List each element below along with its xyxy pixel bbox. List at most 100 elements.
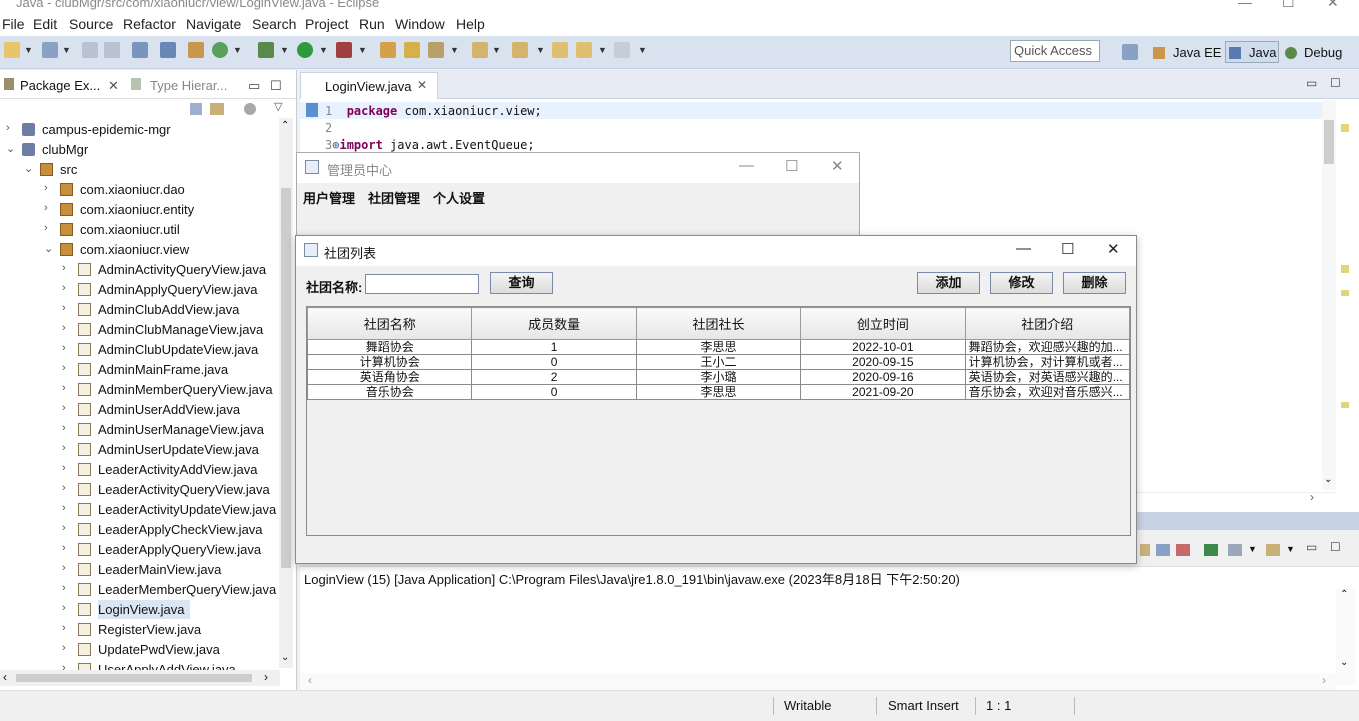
delete-button[interactable]: 删除: [1063, 272, 1126, 294]
chevron-down-icon[interactable]: ⌄: [1324, 474, 1332, 485]
chevron-right-icon[interactable]: ›: [44, 202, 48, 214]
chevron-up-icon[interactable]: ⌃: [1340, 589, 1348, 600]
minimize-icon[interactable]: ▭: [248, 78, 260, 94]
maximize-icon[interactable]: ☐: [1282, 0, 1295, 11]
chevron-right-icon[interactable]: ›: [1310, 490, 1314, 504]
open-console-icon[interactable]: [1204, 544, 1218, 556]
chevron-down-icon[interactable]: ⌄: [1340, 657, 1348, 668]
close-icon[interactable]: ✕: [1107, 240, 1120, 258]
minimize-icon[interactable]: ▭: [1306, 76, 1317, 90]
tab-loginview[interactable]: LoginView.java ✕: [300, 72, 438, 99]
minimize-icon[interactable]: —: [1016, 240, 1031, 257]
new-console-icon[interactable]: [1266, 544, 1280, 556]
cell-club-intro[interactable]: 计算机协会，对计算机或者...: [964, 354, 1131, 370]
cell-club-name[interactable]: 音乐协会: [306, 384, 473, 400]
tree-item[interactable]: › AdminUserAddView.java: [0, 400, 279, 420]
chevron-right-icon[interactable]: ›: [62, 642, 66, 654]
previous-annotation-icon[interactable]: [512, 42, 528, 58]
overview-marker[interactable]: [1341, 265, 1349, 273]
forward-icon[interactable]: [614, 42, 630, 58]
column-header-founded-date[interactable]: 创立时间: [800, 307, 966, 340]
console-panel[interactable]: LoginView (15) [Java Application] C:\Pro…: [300, 566, 1359, 691]
skip-breakpoints-icon[interactable]: [160, 42, 176, 58]
add-button[interactable]: 添加: [917, 272, 980, 294]
menu-navigate[interactable]: Navigate: [186, 16, 241, 32]
menu-file[interactable]: File: [2, 16, 25, 32]
table-row[interactable]: 音乐协会 0 李思思 2021-09-20 音乐协会，欢迎对音乐感兴...: [306, 384, 1131, 400]
chevron-down-icon[interactable]: ⌄: [44, 242, 53, 255]
tree-item[interactable]: › RegisterView.java: [0, 620, 279, 640]
cell-club-leader[interactable]: 李小璐: [635, 369, 802, 385]
chevron-right-icon[interactable]: ›: [264, 670, 268, 684]
tree-item[interactable]: › LeaderMainView.java: [0, 560, 279, 580]
run-last-tool-icon[interactable]: [336, 42, 352, 58]
chevron-down-icon[interactable]: ▼: [598, 45, 607, 55]
open-project-icon[interactable]: [380, 42, 396, 58]
perspective-java-ee[interactable]: Java EE: [1173, 45, 1221, 60]
tree-vertical-scrollbar[interactable]: ⌃ ⌄: [279, 118, 293, 668]
chevron-down-icon[interactable]: ▼: [450, 45, 459, 55]
chevron-down-icon[interactable]: ▼: [233, 45, 242, 55]
chevron-right-icon[interactable]: ›: [62, 442, 66, 454]
console-icon[interactable]: [132, 42, 148, 58]
perspective-java[interactable]: Java: [1249, 45, 1276, 60]
chevron-down-icon[interactable]: ▼: [358, 45, 367, 55]
tree-item[interactable]: › LeaderApplyCheckView.java: [0, 520, 279, 540]
table-row[interactable]: 计算机协会 0 王小二 2020-09-15 计算机协会，对计算机或者...: [306, 354, 1131, 370]
debug-icon[interactable]: [258, 42, 274, 58]
open-folder-icon[interactable]: [404, 42, 420, 58]
cell-club-name[interactable]: 舞蹈协会: [306, 339, 473, 355]
cell-club-name[interactable]: 英语角协会: [306, 369, 473, 385]
menu-search[interactable]: Search: [252, 16, 296, 32]
edit-button[interactable]: 修改: [990, 272, 1053, 294]
focus-icon[interactable]: [244, 103, 256, 115]
link-editor-icon[interactable]: [210, 103, 224, 115]
maximize-icon[interactable]: ☐: [1061, 240, 1074, 258]
cell-member-count[interactable]: 2: [471, 369, 637, 385]
query-button[interactable]: 查询: [490, 272, 553, 294]
tree-item[interactable]: ⌄ src: [0, 160, 279, 180]
maximize-icon[interactable]: ☐: [1330, 76, 1341, 90]
tab-package-explorer[interactable]: Package Ex...: [20, 78, 100, 93]
chevron-right-icon[interactable]: ›: [62, 462, 66, 474]
tree-item[interactable]: › AdminUserUpdateView.java: [0, 440, 279, 460]
menu-window[interactable]: Window: [395, 16, 445, 32]
maximize-icon[interactable]: ☐: [785, 157, 798, 175]
chevron-right-icon[interactable]: ›: [62, 562, 66, 574]
scrollbar-thumb[interactable]: [16, 674, 252, 682]
menu-user-management[interactable]: 用户管理: [303, 188, 355, 207]
new-java-package-icon[interactable]: [188, 42, 204, 58]
run-icon[interactable]: [297, 42, 313, 58]
chevron-down-icon[interactable]: ▼: [1286, 544, 1295, 554]
menu-project[interactable]: Project: [305, 16, 349, 32]
console-horizontal-scrollbar[interactable]: ‹ ›: [300, 673, 1336, 691]
chevron-right-icon[interactable]: ›: [62, 522, 66, 534]
chevron-right-icon[interactable]: ›: [62, 362, 66, 374]
tree-item[interactable]: ⌄ com.xiaoniucr.view: [0, 240, 279, 260]
tree-item[interactable]: › LeaderActivityQueryView.java: [0, 480, 279, 500]
tree-item[interactable]: › com.xiaoniucr.util: [0, 220, 279, 240]
chevron-right-icon[interactable]: ›: [62, 422, 66, 434]
close-icon[interactable]: ✕: [417, 78, 427, 92]
chevron-right-icon[interactable]: ›: [44, 222, 48, 234]
column-header-member-count[interactable]: 成员数量: [471, 307, 637, 340]
tree-item[interactable]: › AdminClubManageView.java: [0, 320, 279, 340]
maximize-icon[interactable]: ☐: [1330, 540, 1341, 554]
chevron-down-icon[interactable]: ▼: [280, 45, 289, 55]
remove-launch-icon[interactable]: [1176, 544, 1190, 556]
chevron-right-icon[interactable]: ›: [62, 282, 66, 294]
maximize-icon[interactable]: ☐: [270, 78, 282, 94]
menu-run[interactable]: Run: [359, 16, 385, 32]
tree-item[interactable]: › campus-epidemic-mgr: [0, 120, 279, 140]
menu-club-management[interactable]: 社团管理: [368, 188, 420, 207]
pen-icon[interactable]: [428, 42, 444, 58]
cell-club-leader[interactable]: 李思思: [635, 339, 802, 355]
cell-club-intro[interactable]: 音乐协会，欢迎对音乐感兴...: [964, 384, 1131, 400]
tree-item[interactable]: › LeaderActivityAddView.java: [0, 460, 279, 480]
chevron-right-icon[interactable]: ›: [62, 662, 66, 670]
tree-item[interactable]: › LeaderMemberQueryView.java: [0, 580, 279, 600]
tree-item[interactable]: › UserApplyAddView.java: [0, 660, 279, 670]
console-view-icon[interactable]: [1228, 544, 1242, 556]
perspective-debug[interactable]: Debug: [1304, 45, 1342, 60]
cell-club-leader[interactable]: 李思思: [635, 384, 802, 400]
